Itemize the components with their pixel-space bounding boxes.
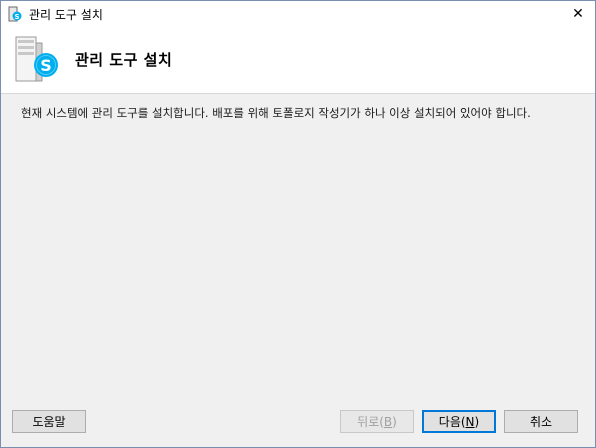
close-button[interactable]: ✕ <box>561 1 595 27</box>
cancel-button-label: 취소 <box>529 415 553 429</box>
svg-text:S: S <box>40 56 52 75</box>
cancel-button[interactable]: 취소 <box>504 410 578 433</box>
description-text: 현재 시스템에 관리 도구를 설치합니다. 배포를 위해 토폴로지 작성기가 하… <box>21 106 531 120</box>
back-button-label: 뒤로(B) <box>357 415 397 429</box>
close-icon: ✕ <box>572 6 584 22</box>
svg-text:S: S <box>14 13 19 21</box>
skype-setup-icon: S <box>7 6 23 22</box>
help-button[interactable]: 도움말 <box>12 410 86 433</box>
setup-window: S 관리 도구 설치 ✕ S 관리 도구 설치 현재 시스템에 관리 도구를 설… <box>0 0 596 448</box>
back-button[interactable]: 뒤로(B) <box>340 410 414 433</box>
window-title: 관리 도구 설치 <box>29 7 103 22</box>
next-button[interactable]: 다음(N) <box>422 410 496 433</box>
page-title: 관리 도구 설치 <box>75 51 173 69</box>
wizard-header: S 관리 도구 설치 <box>1 27 595 94</box>
next-button-label: 다음(N) <box>438 415 480 429</box>
help-button-label: 도움말 <box>32 415 66 429</box>
server-skype-icon: S <box>15 36 58 82</box>
title-bar: S 관리 도구 설치 ✕ <box>1 1 595 27</box>
